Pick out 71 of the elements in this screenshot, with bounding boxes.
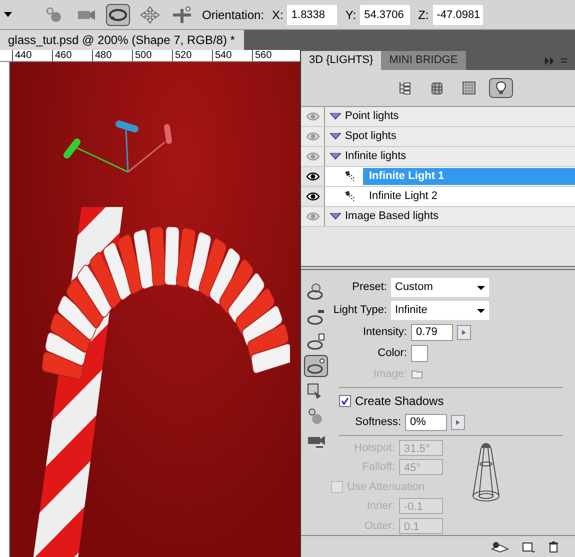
pan-icon [140,6,160,24]
orientation-label: Orientation: [202,6,264,24]
light-group-label: Infinite lights [345,149,406,164]
ruler-label: 520 [172,50,212,61]
filter-button[interactable] [489,78,513,98]
dropdown[interactable]: Custom [391,278,489,297]
ruler-label: 460 [52,50,92,61]
cylinder-icon [431,81,443,95]
dropdown-arrow-icon[interactable] [4,12,12,17]
light-group-row[interactable]: Infinite lights [301,147,575,167]
expand-triangle-icon[interactable] [330,113,341,120]
light-bulb-icon [495,81,507,95]
checkbox-label: Create Shadows [355,392,444,410]
eye-icon[interactable] [306,192,320,201]
trash-icon[interactable] [548,540,559,552]
tool-button[interactable] [106,4,130,26]
rotate-icon [45,6,63,22]
ground-plane-icon[interactable] [490,540,510,552]
dropdown-arrow-icon [477,286,485,290]
slider-toggle-icon[interactable] [451,414,465,430]
panel-tab[interactable]: 3D {LIGHTS} [301,51,382,70]
orientation-field[interactable]: 54.3706 [360,4,410,24]
field-label: Intensity: [362,325,407,340]
orientation-field[interactable]: -47.0981 [432,4,483,24]
eye-icon[interactable] [306,172,320,181]
light-group-row[interactable]: Spot lights [301,127,575,147]
light-icon [343,170,357,183]
ruler-label: 440 [12,50,52,61]
expand-triangle-icon[interactable] [330,213,341,220]
light-group-row[interactable]: Point lights [301,107,575,127]
dropdown[interactable]: Infinite [391,301,489,320]
softness-field[interactable]: 0% [405,414,447,430]
tool-button[interactable] [138,4,162,26]
slider-toggle-icon[interactable] [457,325,471,340]
checkbox[interactable] [339,394,351,406]
orbit-icon [306,357,326,375]
ruler-label: 500 [132,50,172,61]
light-tool-button[interactable] [304,355,328,377]
orbit-icon [107,6,129,22]
light-group-label: Image Based lights [345,209,439,224]
dropdown-arrow-icon [477,308,485,312]
intensity-field[interactable]: 0.79 [411,324,453,341]
axis-label: X: [272,6,284,24]
field-label: Light Type: [332,303,387,318]
document-tab[interactable]: glass_tut.psd @ 200% (Shape 7, RGB/8) * [0,30,244,50]
light-group-row[interactable]: Image Based lights [301,207,575,227]
orbit-icon [306,332,326,350]
grid-icon [462,81,476,95]
light-group-label: Point lights [345,109,399,124]
axis-label: Z: [418,6,429,24]
expand-triangle-icon[interactable] [330,153,341,160]
checkmark-icon [341,396,349,404]
axis-label: Y: [345,6,356,24]
tool-button[interactable] [170,4,194,26]
ruler-label: 560 [252,50,292,61]
field-label: Color: [376,346,407,362]
field-label: Softness: [354,414,401,430]
expand-triangle-icon[interactable] [330,133,341,140]
hierarchy-icon [398,81,412,95]
light-group-label: Spot lights [345,129,396,144]
ruler-label: 540 [212,50,252,61]
orientation-field[interactable]: 1.8338 [287,4,338,24]
ruler-label: 480 [92,50,132,61]
field-label: Preset: [351,280,387,296]
new-light-icon[interactable] [522,540,536,552]
panel-tab[interactable]: MINI BRIDGE [381,51,466,70]
slide-icon [172,6,192,24]
color-swatch[interactable] [411,345,428,362]
orbit-icon [306,307,326,325]
document-title: glass_tut.psd @ 200% (Shape 7, RGB/8) * [8,32,235,49]
light-icon [343,190,357,203]
